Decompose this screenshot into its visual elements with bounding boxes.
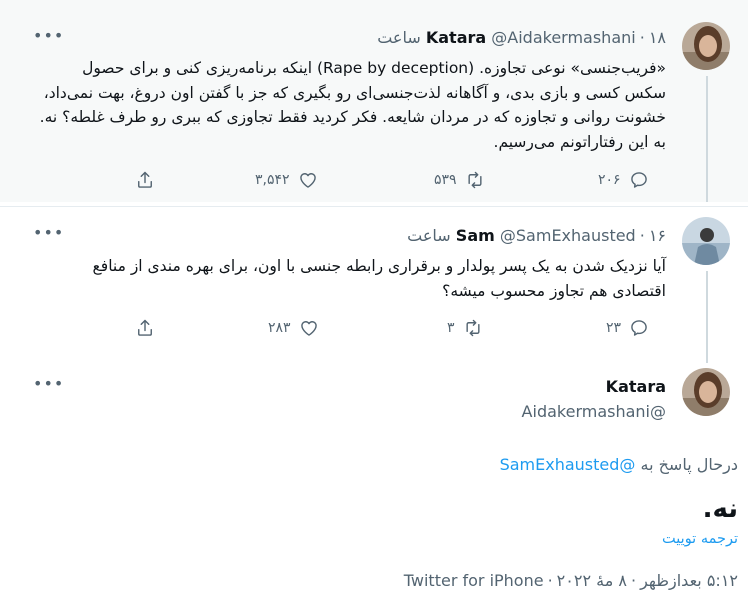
tweet-header: Katara @Aidakermashani ·۱۸ ساعت [377,28,666,47]
author-handle[interactable]: @Aidakermashani [522,402,666,421]
like-icon [300,321,317,336]
retweet-button[interactable]: ۵۳۹ [434,170,485,190]
translate-tweet-link[interactable]: ترجمه توییت [662,531,738,547]
replying-mention-link[interactable]: @SamExhausted [500,455,636,474]
tweet-text: «فریب‌جنسی» نوعی تجاوزه. (Rape by decept… [39,59,666,151]
author-name[interactable]: Katara [426,28,486,47]
more-icon[interactable]: ••• [33,26,64,45]
tweet-meta: ۵:۱۲ بعدازظهر·۸ مهٔ ۲۰۲۲·Twitter for iPh… [403,571,738,590]
retweet-button[interactable]: ۳ [447,318,483,338]
like-count: ۳,۵۴۲ [255,172,290,188]
replying-to: درحال پاسخ به @SamExhausted [499,455,738,474]
share-button[interactable] [135,318,155,338]
like-count: ۲۸۳ [268,320,291,336]
avatar-katara[interactable] [682,22,730,70]
more-icon[interactable]: ••• [33,374,64,393]
retweet-count: ۳ [447,320,455,336]
like-icon [299,173,316,188]
thread-line [706,271,708,363]
tweet-header: Sam @SamExhausted ·۱۶ ساعت [407,226,666,245]
reply-icon [630,172,647,188]
share-icon [138,319,152,336]
reply-count: ۲۳ [606,320,622,336]
more-icon[interactable]: ••• [33,223,64,242]
reply-button[interactable]: ۲۳ [606,318,649,338]
share-button[interactable] [135,170,155,190]
like-button[interactable]: ۲۸۳ [268,318,319,338]
share-icon [138,171,152,188]
tweet-text: آیا نزدیک شدن به یک پسر پولدار و برقراری… [92,257,666,300]
like-button[interactable]: ۳,۵۴۲ [255,170,318,190]
avatar-sam[interactable] [682,217,730,265]
author-name[interactable]: Katara [606,377,666,396]
retweet-icon [468,171,482,189]
main-tweet-text: نه. [702,494,738,524]
retweet-icon [465,319,480,337]
author-name[interactable]: Sam [456,226,495,245]
retweet-count: ۵۳۹ [434,172,457,188]
thread-line [706,76,708,202]
tweet-timestamp[interactable]: ۵:۱۲ بعدازظهر·۸ مهٔ ۲۰۲۲ [557,571,738,590]
avatar-katara[interactable] [682,368,730,416]
author-handle[interactable]: @SamExhausted [500,226,636,245]
reply-button[interactable]: ۲۰۶ [598,170,649,190]
tweet-source[interactable]: Twitter for iPhone [404,571,544,590]
author-handle[interactable]: @Aidakermashani [491,28,635,47]
divider [0,206,748,207]
reply-count: ۲۰۶ [598,172,621,188]
reply-icon [631,320,647,336]
